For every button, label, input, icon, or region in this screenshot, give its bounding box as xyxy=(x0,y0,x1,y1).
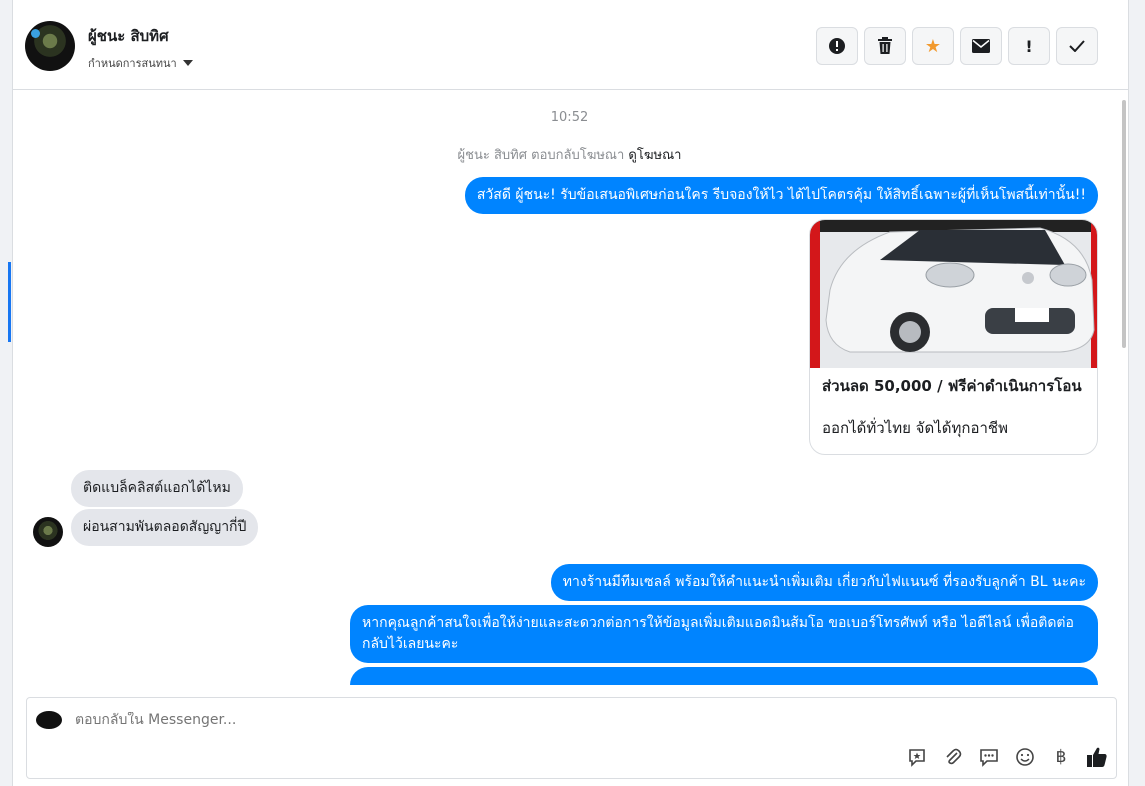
mark-unread-button[interactable] xyxy=(960,27,1002,65)
page-avatar xyxy=(36,711,62,729)
contact-avatar[interactable] xyxy=(25,21,75,71)
conversation-header: ผู้ชนะ สิบทิศ กำหนดการสนทนา ★ ! xyxy=(13,0,1128,90)
ad-card-subtitle: ออกได้ทั่วไทย จัดได้ทุกอาชีพ xyxy=(822,419,1008,437)
quick-reply-button[interactable] xyxy=(978,746,1000,768)
left-accent-bar xyxy=(8,262,11,342)
conversation-panel: ผู้ชนะ สิบทิศ กำหนดการสนทนา ★ ! 10:52 ผู… xyxy=(12,0,1129,786)
view-ad-link[interactable]: ดูโฆษณา xyxy=(628,148,681,163)
car-image xyxy=(810,220,1097,368)
ad-reply-note: ผู้ชนะ สิบทิศ ตอบกลับโฆษณา ดูโฆษณา xyxy=(13,144,1126,165)
mark-done-button[interactable] xyxy=(1056,27,1098,65)
assign-conversation-dropdown[interactable]: กำหนดการสนทนา xyxy=(88,54,193,72)
ad-card-title: ส่วนลด 50,000 / ฟรีค่าดำเนินการโอน xyxy=(822,377,1082,395)
emoji-button[interactable] xyxy=(1014,746,1036,768)
smiley-icon xyxy=(1016,748,1034,766)
saved-reply-button[interactable] xyxy=(906,746,928,768)
outgoing-message-partial[interactable] xyxy=(350,667,1098,685)
assign-label: กำหนดการสนทนา xyxy=(88,57,177,70)
star-button[interactable]: ★ xyxy=(912,27,954,65)
sender-avatar xyxy=(33,517,63,547)
delete-button[interactable] xyxy=(864,27,906,65)
caret-down-icon xyxy=(182,60,193,66)
check-icon xyxy=(1069,40,1085,52)
contact-name[interactable]: ผู้ชนะ สิบทิศ xyxy=(88,24,169,48)
exclamation-icon: ! xyxy=(1025,36,1033,56)
star-icon: ★ xyxy=(924,35,942,57)
message-timestamp: 10:52 xyxy=(550,110,589,125)
outgoing-message[interactable]: ทางร้านมีทีมเซลล์ พร้อมให้คำแนะนำเพิ่มเต… xyxy=(550,564,1098,601)
chat-bubble-icon xyxy=(980,749,998,767)
ad-reply-text: ผู้ชนะ สิบทิศ ตอบกลับโฆษณา xyxy=(457,148,625,163)
reply-input[interactable] xyxy=(75,712,675,728)
outgoing-message[interactable]: หากคุณลูกค้าสนใจเพื่อให้ง่ายและสะดวกต่อก… xyxy=(350,605,1098,663)
outgoing-message[interactable]: สวัสดี ผู้ชนะ! รับข้อเสนอพิเศษก่อนใคร รี… xyxy=(464,177,1098,214)
composer-tools: ฿ xyxy=(906,746,1108,768)
incoming-message[interactable]: ผ่อนสามพันตลอดสัญญากี่ปี xyxy=(71,509,259,546)
trash-icon xyxy=(878,37,892,54)
reply-composer: ฿ xyxy=(26,697,1117,779)
message-list[interactable]: 10:52 ผู้ชนะ สิบทิศ ตอบกลับโฆษณา ดูโฆษณา… xyxy=(13,91,1126,685)
mark-spam-button[interactable] xyxy=(816,27,858,65)
follow-up-button[interactable]: ! xyxy=(1008,27,1050,65)
attach-button[interactable] xyxy=(942,746,964,768)
baht-icon: ฿ xyxy=(1055,747,1067,767)
payment-button[interactable]: ฿ xyxy=(1050,746,1072,768)
saved-reply-icon xyxy=(909,749,925,767)
thumbs-up-icon xyxy=(1087,747,1107,767)
like-button[interactable] xyxy=(1086,746,1108,768)
paperclip-icon xyxy=(946,748,962,765)
ad-card[interactable]: ส่วนลด 50,000 / ฟรีค่าดำเนินการโอน ออกได… xyxy=(809,219,1098,455)
scrollbar[interactable] xyxy=(1122,100,1126,348)
alert-circle-icon xyxy=(829,38,845,54)
header-actions: ★ ! xyxy=(816,27,1098,65)
envelope-icon xyxy=(972,39,990,53)
incoming-message[interactable]: ติดแบล็คลิสต์แอกได้ไหม xyxy=(71,470,243,507)
